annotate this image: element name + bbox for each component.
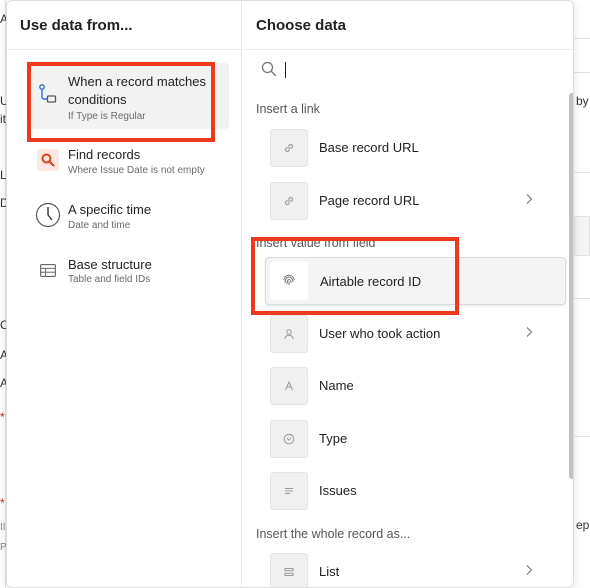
user-icon bbox=[270, 315, 308, 353]
source-item-label: Find records bbox=[68, 147, 141, 162]
search-icon bbox=[261, 61, 277, 82]
header-divider bbox=[7, 49, 241, 50]
section-label-link: Insert a link bbox=[256, 102, 320, 116]
option-label: Issues bbox=[319, 483, 357, 498]
data-source-title: Use data from... bbox=[20, 17, 133, 34]
option-label: Name bbox=[319, 378, 354, 393]
source-item-sub: Date and time bbox=[68, 220, 131, 231]
option-issues[interactable]: Issues bbox=[258, 468, 566, 514]
option-page-record-url[interactable]: Page record URL bbox=[258, 178, 566, 224]
link-icon bbox=[270, 129, 308, 167]
source-item-trigger-record[interactable]: When a record matches conditions If Type… bbox=[31, 63, 229, 129]
clock-icon bbox=[35, 202, 61, 228]
list-icon bbox=[270, 553, 308, 587]
long-text-icon bbox=[270, 472, 308, 510]
option-label: Base record URL bbox=[319, 140, 419, 155]
option-label: List bbox=[319, 564, 340, 579]
background-text: by bbox=[576, 94, 589, 108]
fingerprint-icon bbox=[270, 262, 308, 300]
link-icon bbox=[270, 182, 308, 220]
source-item-label: Base structure bbox=[68, 257, 152, 272]
option-label: Page record URL bbox=[319, 193, 420, 208]
background-required-mark: * bbox=[0, 496, 5, 510]
text-cursor bbox=[285, 62, 286, 78]
data-picker-popover: Use data from... When a record matches c… bbox=[6, 0, 574, 588]
table-icon bbox=[37, 259, 59, 281]
option-list[interactable]: List bbox=[258, 549, 566, 587]
background-divider bbox=[574, 436, 590, 437]
trigger-flow-icon bbox=[37, 83, 59, 105]
option-user-who-took-action[interactable]: User who took action bbox=[258, 311, 566, 357]
source-item-label: When a record matches conditions bbox=[68, 74, 207, 107]
single-select-icon bbox=[270, 420, 308, 458]
source-item-label: A specific time bbox=[68, 202, 152, 217]
data-source-pane: Use data from... When a record matches c… bbox=[7, 1, 242, 587]
section-label-whole-record: Insert the whole record as... bbox=[256, 527, 411, 541]
chevron-right-icon bbox=[522, 189, 536, 209]
text-field-icon bbox=[270, 367, 308, 405]
search-icon bbox=[37, 149, 59, 171]
option-type[interactable]: Type bbox=[258, 416, 566, 462]
search-input[interactable] bbox=[283, 59, 553, 81]
option-label: Type bbox=[319, 431, 348, 446]
source-item-find-records[interactable]: Find records Where Issue Date is not emp… bbox=[31, 141, 229, 185]
header-divider bbox=[243, 49, 573, 50]
background-divider bbox=[574, 72, 590, 73]
section-label-field: Insert value from field bbox=[256, 236, 376, 250]
background-right-edge bbox=[574, 0, 590, 588]
background-text: II bbox=[0, 522, 6, 533]
source-item-base-structure[interactable]: Base structure Table and field IDs bbox=[31, 249, 229, 293]
option-name[interactable]: Name bbox=[258, 363, 566, 409]
background-required-mark: * bbox=[0, 410, 5, 424]
option-airtable-record-id[interactable]: Airtable record ID bbox=[265, 257, 566, 305]
background-divider bbox=[574, 172, 590, 173]
background-field-box bbox=[574, 216, 590, 256]
option-label: Airtable record ID bbox=[320, 274, 422, 289]
source-item-specific-time[interactable]: A specific time Date and time bbox=[31, 195, 229, 239]
choose-data-title: Choose data bbox=[256, 17, 347, 34]
background-divider bbox=[574, 298, 590, 299]
scrollbar-thumb[interactable] bbox=[569, 93, 573, 479]
option-label: User who took action bbox=[319, 326, 441, 341]
choose-data-pane: Choose data Insert a link Base record UR… bbox=[243, 1, 573, 587]
chevron-right-icon bbox=[522, 560, 536, 580]
source-item-sub: Where Issue Date is not empty bbox=[68, 165, 205, 176]
source-item-sub: If Type is Regular bbox=[68, 111, 146, 122]
chevron-right-icon bbox=[522, 322, 536, 342]
background-divider bbox=[574, 38, 590, 39]
option-base-record-url[interactable]: Base record URL bbox=[258, 125, 566, 171]
background-text: ep bbox=[576, 518, 590, 532]
source-item-sub: Table and field IDs bbox=[68, 274, 151, 285]
